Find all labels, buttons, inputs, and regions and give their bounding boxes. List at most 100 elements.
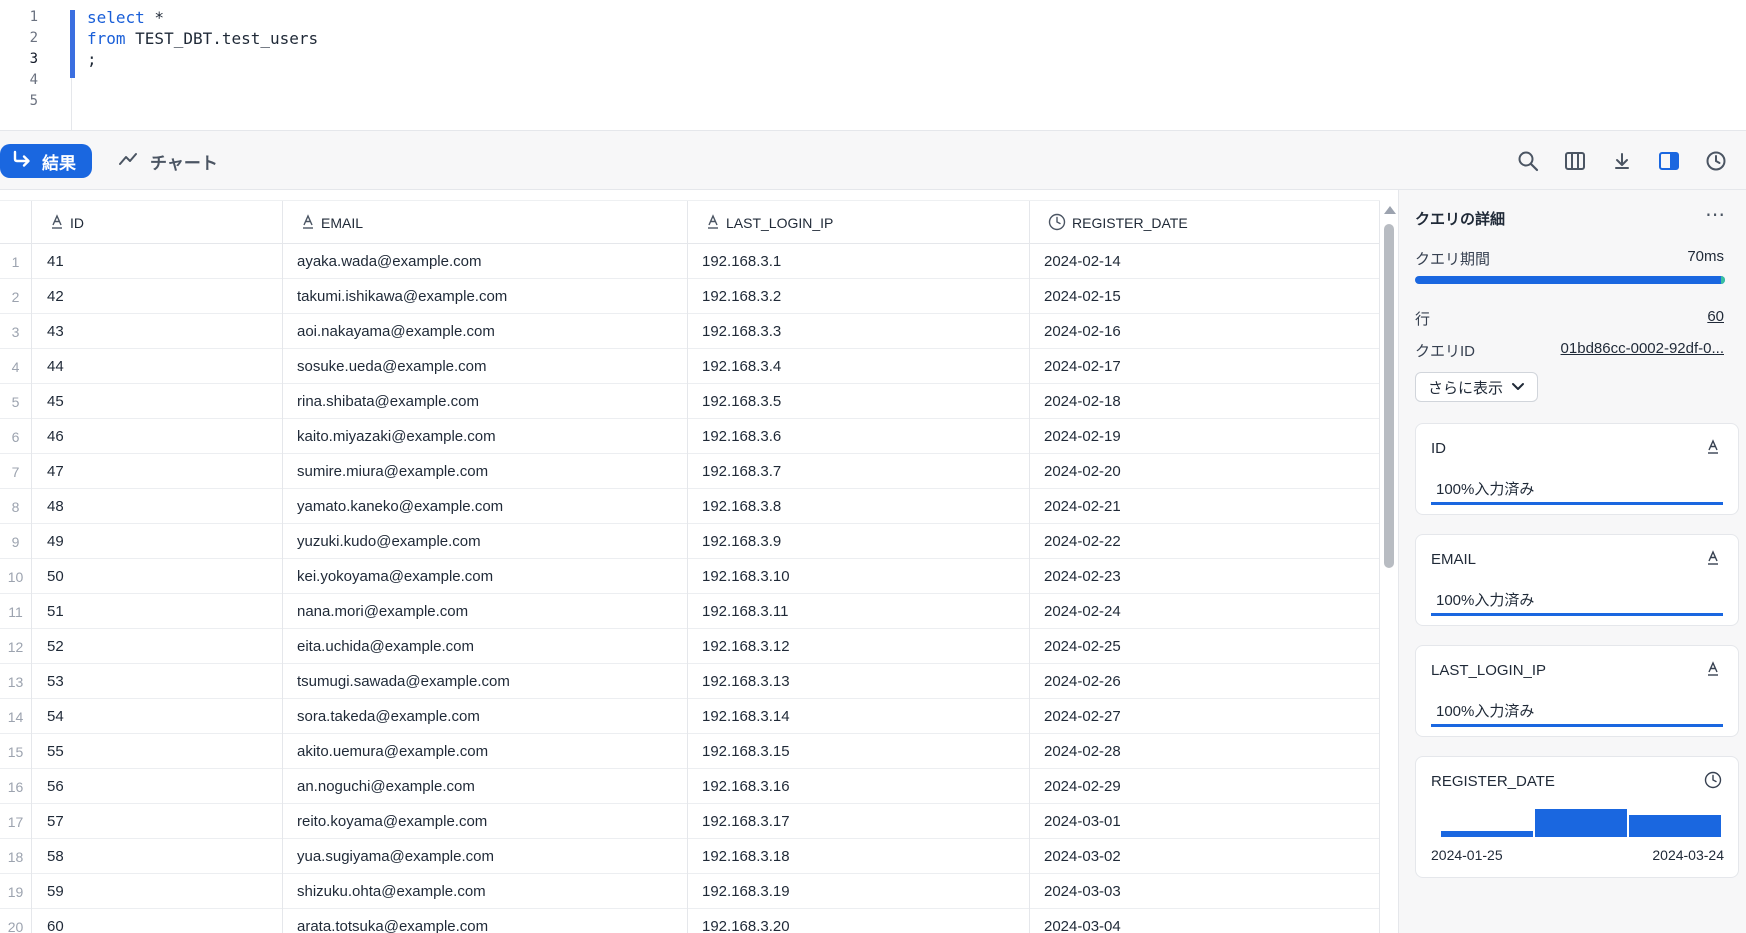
cell-email[interactable]: ayaka.wada@example.com: [283, 244, 688, 279]
cell-last-login-ip[interactable]: 192.168.3.8: [688, 489, 1030, 524]
cell-email[interactable]: aoi.nakayama@example.com: [283, 314, 688, 349]
cell-id[interactable]: 57: [32, 804, 283, 839]
cell-id[interactable]: 50: [32, 559, 283, 594]
table-row[interactable]: 11 51 nana.mori@example.com 192.168.3.11 202…: [0, 594, 1380, 629]
cell-register-date[interactable]: 2024-03-03: [1030, 874, 1380, 909]
cell-id[interactable]: 54: [32, 699, 283, 734]
cell-email[interactable]: reito.koyama@example.com: [283, 804, 688, 839]
cell-id[interactable]: 48: [32, 489, 283, 524]
column-header-email[interactable]: EMAIL: [283, 201, 688, 245]
split-panel-icon[interactable]: [1656, 148, 1682, 174]
cell-id[interactable]: 44: [32, 349, 283, 384]
more-horizontal-icon[interactable]: ⋯: [1705, 202, 1726, 227]
cell-register-date[interactable]: 2024-02-19: [1030, 419, 1380, 454]
vertical-scrollbar[interactable]: [1380, 200, 1398, 933]
cell-email[interactable]: tsumugi.sawada@example.com: [283, 664, 688, 699]
cell-id[interactable]: 55: [32, 734, 283, 769]
cell-register-date[interactable]: 2024-03-04: [1030, 909, 1380, 933]
cell-id[interactable]: 42: [32, 279, 283, 314]
cell-register-date[interactable]: 2024-02-29: [1030, 769, 1380, 804]
download-icon[interactable]: [1609, 148, 1635, 174]
cell-email[interactable]: kei.yokoyama@example.com: [283, 559, 688, 594]
table-row[interactable]: 5 45 rina.shibata@example.com 192.168.3.5 20…: [0, 384, 1380, 419]
table-row[interactable]: 19 59 shizuku.ohta@example.com 192.168.3.19…: [0, 874, 1380, 909]
table-row[interactable]: 9 49 yuzuki.kudo@example.com 192.168.3.9 202…: [0, 524, 1380, 559]
table-row[interactable]: 4 44 sosuke.ueda@example.com 192.168.3.4 202…: [0, 349, 1380, 384]
cell-id[interactable]: 47: [32, 454, 283, 489]
column-header-last-login-ip[interactable]: LAST_LOGIN_IP: [688, 201, 1030, 245]
cell-register-date[interactable]: 2024-02-16: [1030, 314, 1380, 349]
cell-last-login-ip[interactable]: 192.168.3.1: [688, 244, 1030, 279]
table-row[interactable]: 2 42 takumi.ishikawa@example.com 192.168.3.…: [0, 279, 1380, 314]
cell-last-login-ip[interactable]: 192.168.3.9: [688, 524, 1030, 559]
cell-last-login-ip[interactable]: 192.168.3.13: [688, 664, 1030, 699]
table-row[interactable]: 20 60 arata.totsuka@example.com 192.168.3.2…: [0, 909, 1380, 933]
column-card-register-date[interactable]: REGISTER_DATE 2024-01-25 2024-03-24: [1415, 756, 1739, 878]
cell-register-date[interactable]: 2024-03-01: [1030, 804, 1380, 839]
cell-register-date[interactable]: 2024-02-14: [1030, 244, 1380, 279]
cell-last-login-ip[interactable]: 192.168.3.3: [688, 314, 1030, 349]
rows-value-link[interactable]: 60: [1707, 308, 1724, 325]
cell-last-login-ip[interactable]: 192.168.3.11: [688, 594, 1030, 629]
cell-last-login-ip[interactable]: 192.168.3.16: [688, 769, 1030, 804]
cell-last-login-ip[interactable]: 192.168.3.15: [688, 734, 1030, 769]
table-row[interactable]: 12 52 eita.uchida@example.com 192.168.3.12 2…: [0, 629, 1380, 664]
table-row[interactable]: 16 56 an.noguchi@example.com 192.168.3.16 20…: [0, 769, 1380, 804]
cell-register-date[interactable]: 2024-02-17: [1030, 349, 1380, 384]
table-row[interactable]: 14 54 sora.takeda@example.com 192.168.3.14 2…: [0, 699, 1380, 734]
cell-email[interactable]: yamato.kaneko@example.com: [283, 489, 688, 524]
sql-editor[interactable]: 1 select * 2 from TEST_DBT.test_users 3 …: [0, 0, 1746, 130]
table-row[interactable]: 15 55 akito.uemura@example.com 192.168.3.15…: [0, 734, 1380, 769]
cell-email[interactable]: kaito.miyazaki@example.com: [283, 419, 688, 454]
table-row[interactable]: 1 41 ayaka.wada@example.com 192.168.3.1 2024…: [0, 244, 1380, 279]
table-row[interactable]: 18 58 yua.sugiyama@example.com 192.168.3.18…: [0, 839, 1380, 874]
column-card-last-login-ip[interactable]: LAST_LOGIN_IP 100%入力済み: [1415, 645, 1739, 737]
table-row[interactable]: 7 47 sumire.miura@example.com 192.168.3.7 20…: [0, 454, 1380, 489]
cell-register-date[interactable]: 2024-02-20: [1030, 454, 1380, 489]
cell-id[interactable]: 58: [32, 839, 283, 874]
column-card-email[interactable]: EMAIL 100%入力済み: [1415, 534, 1739, 626]
cell-register-date[interactable]: 2024-02-24: [1030, 594, 1380, 629]
cell-last-login-ip[interactable]: 192.168.3.4: [688, 349, 1030, 384]
column-header-register-date[interactable]: REGISTER_DATE: [1030, 201, 1380, 245]
show-more-button[interactable]: さらに表示: [1415, 372, 1539, 402]
table-row[interactable]: 10 50 kei.yokoyama@example.com 192.168.3.10…: [0, 559, 1380, 594]
code-text[interactable]: ;: [87, 48, 97, 71]
cell-id[interactable]: 51: [32, 594, 283, 629]
history-icon[interactable]: [1703, 148, 1729, 174]
cell-id[interactable]: 45: [32, 384, 283, 419]
cell-email[interactable]: takumi.ishikawa@example.com: [283, 279, 688, 314]
column-header-id[interactable]: ID: [32, 201, 283, 245]
cell-email[interactable]: shizuku.ohta@example.com: [283, 874, 688, 909]
cell-register-date[interactable]: 2024-03-02: [1030, 839, 1380, 874]
table-row[interactable]: 17 57 reito.koyama@example.com 192.168.3.17…: [0, 804, 1380, 839]
cell-id[interactable]: 52: [32, 629, 283, 664]
cell-id[interactable]: 46: [32, 419, 283, 454]
cell-last-login-ip[interactable]: 192.168.3.20: [688, 909, 1030, 933]
cell-email[interactable]: yua.sugiyama@example.com: [283, 839, 688, 874]
table-row[interactable]: 6 46 kaito.miyazaki@example.com 192.168.3.6…: [0, 419, 1380, 454]
cell-id[interactable]: 43: [32, 314, 283, 349]
columns-icon[interactable]: [1562, 148, 1588, 174]
cell-id[interactable]: 41: [32, 244, 283, 279]
scroll-up-arrow-icon[interactable]: [1384, 206, 1396, 214]
cell-last-login-ip[interactable]: 192.168.3.10: [688, 559, 1030, 594]
cell-id[interactable]: 56: [32, 769, 283, 804]
search-icon[interactable]: [1515, 148, 1541, 174]
editor-line[interactable]: 3 ;: [0, 48, 1746, 71]
cell-email[interactable]: arata.totsuka@example.com: [283, 909, 688, 933]
table-row[interactable]: 8 48 yamato.kaneko@example.com 192.168.3.8 2…: [0, 489, 1380, 524]
cell-register-date[interactable]: 2024-02-22: [1030, 524, 1380, 559]
cell-register-date[interactable]: 2024-02-21: [1030, 489, 1380, 524]
cell-email[interactable]: yuzuki.kudo@example.com: [283, 524, 688, 559]
cell-last-login-ip[interactable]: 192.168.3.19: [688, 874, 1030, 909]
cell-last-login-ip[interactable]: 192.168.3.12: [688, 629, 1030, 664]
cell-email[interactable]: sumire.miura@example.com: [283, 454, 688, 489]
cell-id[interactable]: 60: [32, 909, 283, 933]
editor-line[interactable]: 2 from TEST_DBT.test_users: [0, 27, 1746, 50]
cell-register-date[interactable]: 2024-02-27: [1030, 699, 1380, 734]
cell-last-login-ip[interactable]: 192.168.3.2: [688, 279, 1030, 314]
table-row[interactable]: 13 53 tsumugi.sawada@example.com 192.168.3.…: [0, 664, 1380, 699]
cell-register-date[interactable]: 2024-02-28: [1030, 734, 1380, 769]
cell-last-login-ip[interactable]: 192.168.3.18: [688, 839, 1030, 874]
